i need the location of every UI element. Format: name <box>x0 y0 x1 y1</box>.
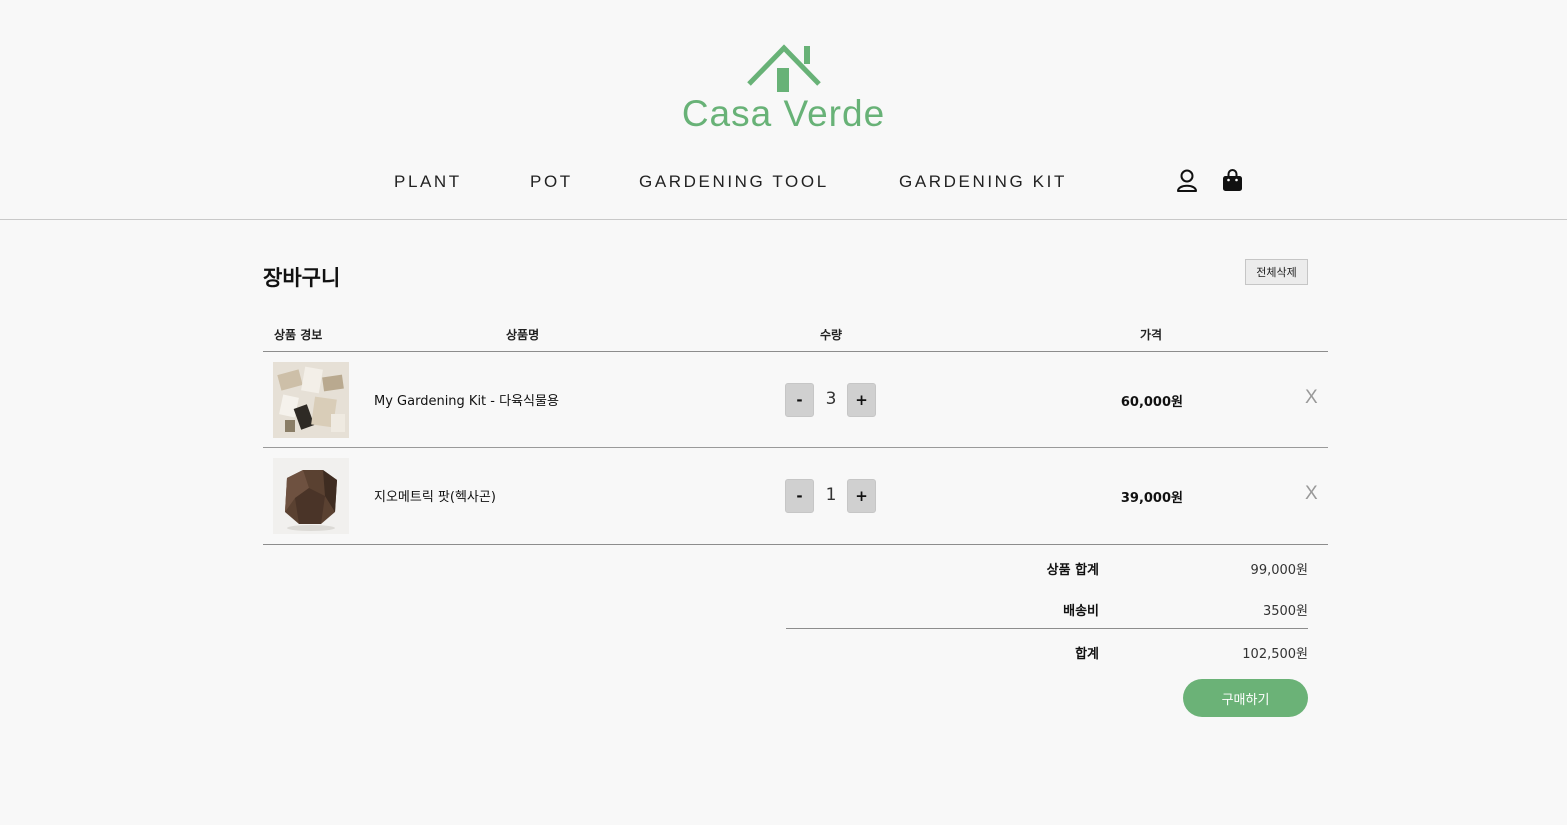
delete-all-button[interactable]: 전체삭제 <box>1245 259 1308 285</box>
product-image[interactable] <box>273 458 349 534</box>
quantity-decrease-button[interactable]: - <box>785 383 814 417</box>
subtotal-value: 99,000원 <box>1250 563 1308 578</box>
nav-item-gardening-tool[interactable]: GARDENING TOOL <box>639 172 829 192</box>
column-header-qty: 수량 <box>820 328 843 342</box>
brand-logo[interactable]: Casa Verde <box>0 42 1567 134</box>
total-value: 102,500원 <box>1242 647 1308 662</box>
quantity-increase-button[interactable]: + <box>847 479 876 513</box>
nav-item-plant[interactable]: PLANT <box>394 172 462 192</box>
quantity-decrease-button[interactable]: - <box>785 479 814 513</box>
quantity-value: 1 <box>825 485 837 505</box>
item-price: 60,000원 <box>1120 395 1183 410</box>
page-title: 장바구니 <box>263 266 341 290</box>
total-label: 합계 <box>1075 647 1099 662</box>
remove-item-button[interactable]: X <box>1305 387 1318 409</box>
column-header-price: 가격 <box>1140 328 1163 342</box>
product-name[interactable]: 지오메트릭 팟(헥사곤) <box>374 486 496 505</box>
table-bottom-divider <box>263 544 1328 545</box>
product-name[interactable]: My Gardening Kit - 다육식물용 <box>374 390 559 409</box>
header-divider <box>0 219 1567 220</box>
quantity-value: 3 <box>825 389 837 409</box>
cart-row: My Gardening Kit - 다육식물용 - 3 + 60,000원 X <box>263 352 1328 448</box>
nav-item-pot[interactable]: POT <box>530 172 573 192</box>
remove-item-button[interactable]: X <box>1305 483 1318 505</box>
cart-row: 지오메트릭 팟(헥사곤) - 1 + 39,000원 X <box>263 448 1328 544</box>
shopping-bag-icon[interactable] <box>1222 169 1243 196</box>
product-image[interactable] <box>273 362 349 438</box>
quantity-increase-button[interactable]: + <box>847 383 876 417</box>
item-price: 39,000원 <box>1120 491 1183 506</box>
shipping-label: 배송비 <box>1063 604 1099 619</box>
nav-item-gardening-kit[interactable]: GARDENING KIT <box>899 172 1067 192</box>
main-nav: PLANT POT GARDENING TOOL GARDENING KIT <box>0 169 1567 197</box>
purchase-button[interactable]: 구매하기 <box>1183 679 1308 717</box>
column-header-name: 상품명 <box>506 328 540 342</box>
shipping-value: 3500원 <box>1262 604 1308 619</box>
summary-divider <box>786 628 1308 629</box>
house-icon <box>746 44 821 92</box>
column-header-info: 상품 경보 <box>274 328 323 342</box>
user-icon[interactable] <box>1176 169 1198 197</box>
brand-name: Casa Verde <box>681 93 886 134</box>
subtotal-label: 상품 합계 <box>1046 563 1099 578</box>
